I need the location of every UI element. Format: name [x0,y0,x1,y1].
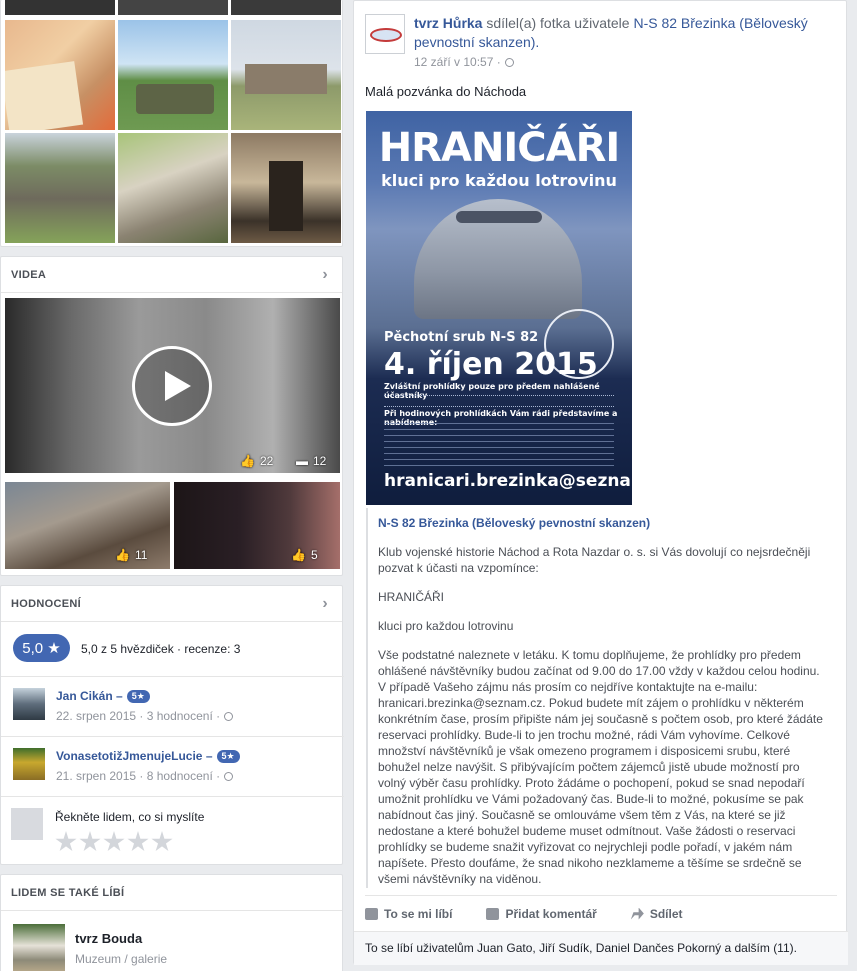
video-like-count: 👍 5 [291,548,318,562]
photo-thumb[interactable] [118,20,228,130]
review-meta: 22. srpen 2015 · 3 hodnocení · [56,709,234,723]
star-icon[interactable] [55,831,77,852]
photo-thumb[interactable] [5,133,115,243]
shared-post-body: Klub vojenské historie Náchod a Rota Naz… [378,545,823,886]
photo-thumb[interactable] [231,0,341,15]
review-item: Jan Cikán – 5★ 22. srpen 2015 · 3 hodnoc… [1,676,344,736]
like-button[interactable]: To se mi líbí [365,907,452,921]
ratings-section: HODNOCENÍ › 5,0 ★ 5,0 z 5 hvězdiček · re… [0,585,344,866]
post-card: tvrz Hůrka sdílel(a) fotka uživatele N-S… [353,0,848,965]
star-rating-input[interactable] [55,831,175,856]
post-text: Malá pozvánka do Náchoda [365,84,527,99]
review-meta: 21. srpen 2015 · 8 hodnocení · [56,769,234,783]
video-thumb-main[interactable]: 👍 22 ▬ 12 [5,298,340,473]
videos-section: VIDEA › 👍 22 ▬ 12 👍 11 👍 5 [0,256,343,576]
reviewer-name[interactable]: VonasetotižJmenujeLucie – 5★ [56,749,240,763]
photo-thumb[interactable] [118,133,228,243]
shared-page-link[interactable]: N-S 82 Březinka [633,15,735,31]
photo-thumb[interactable] [5,20,115,130]
post-actions: To se mi líbí Přidat komentář Sdílet [365,895,837,931]
poster-title: HRANIČÁŘI [378,125,621,171]
avatar[interactable] [13,748,45,780]
section-title: VIDEA [11,268,47,281]
photo-thumb[interactable] [118,0,228,15]
thumbs-up-icon [365,907,378,920]
globe-icon [224,772,234,781]
review-prompt: Řekněte lidem, co si myslíte [55,810,205,824]
video-like-count: 👍 11 [115,548,148,562]
write-review: Řekněte lidem, co si myslíte [1,796,344,866]
avatar [11,808,43,840]
video-thumb[interactable]: 👍 5 [174,482,340,569]
rating-badge: 5,0 ★ [13,634,70,662]
poster-date: 4. říjen 2015 [384,347,598,382]
shared-post: N-S 82 Březinka (Běloveský pevnostní ska… [366,508,836,888]
photo-thumb[interactable] [231,133,341,243]
chevron-right-icon[interactable]: › [318,266,332,283]
video-like-count: 👍 22 [240,454,274,468]
globe-icon [504,58,514,67]
page-name[interactable]: tvrz Bouda [75,931,142,946]
like-icon: 👍 [291,548,306,562]
star-pill: 5★ [216,749,240,763]
star-icon[interactable] [151,831,173,852]
share-button[interactable]: Sdílet [630,907,683,921]
review-item: VonasetotižJmenujeLucie – 5★ 21. srpen 2… [1,736,344,796]
star-pill: 5★ [126,689,150,703]
also-liked-section: LIDEM SE TAKÉ LÍBÍ tvrz Bouda Muzeum / g… [0,874,343,971]
videos-header[interactable]: VIDEA › [1,257,342,293]
comment-button[interactable]: Přidat komentář [486,907,597,921]
star-icon[interactable] [79,831,101,852]
also-liked-header: LIDEM SE TAKÉ LÍBÍ [1,875,342,911]
star-icon[interactable] [127,831,149,852]
chevron-right-icon[interactable]: › [318,595,332,612]
photo-grid [0,0,343,247]
post-author[interactable]: tvrz Hůrka [414,15,482,31]
photo-thumb[interactable] [231,20,341,130]
globe-icon [224,712,234,721]
post-header: tvrz Hůrka sdílel(a) fotka uživatele N-S… [414,15,808,50]
play-icon[interactable] [132,346,212,426]
photo-thumb[interactable] [5,0,115,15]
shared-page-name[interactable]: N-S 82 Březinka (Běloveský pevnostní ska… [378,516,650,530]
rating-summary: 5,0 z 5 hvězdiček · recenze: 3 [81,642,241,656]
poster-image[interactable]: HRANIČÁŘI kluci pro každou lotrovinu Pěc… [366,111,632,505]
video-thumb[interactable]: 👍 11 [5,482,170,569]
comment-icon: ▬ [296,454,308,468]
page-category: Muzeum / galerie [75,952,168,966]
comment-icon [486,907,500,920]
page-logo[interactable] [365,14,405,54]
section-title: HODNOCENÍ [11,597,81,610]
poster-subtitle: kluci pro každou lotrovinu [381,171,617,190]
likes-summary[interactable]: To se líbí uživatelům Juan Gato, Jiří Su… [354,931,848,965]
page-thumb[interactable] [13,924,65,971]
share-arrow-icon [630,907,644,920]
poster-email: hranicari.brezinka@seznam.cz [384,471,632,491]
video-comment-count: ▬ 12 [296,454,327,468]
avatar[interactable] [13,688,45,720]
section-title: LIDEM SE TAKÉ LÍBÍ [11,886,125,899]
poster-line: Pěchotní srub N-S 82 [384,330,539,345]
post-timestamp[interactable]: 12 září v 10:57 · [414,55,514,69]
like-icon: 👍 [115,548,130,562]
like-icon: 👍 [240,454,255,468]
reviewer-name[interactable]: Jan Cikán – 5★ [56,689,150,703]
ratings-header[interactable]: HODNOCENÍ › [1,586,342,622]
star-icon[interactable] [103,831,125,852]
